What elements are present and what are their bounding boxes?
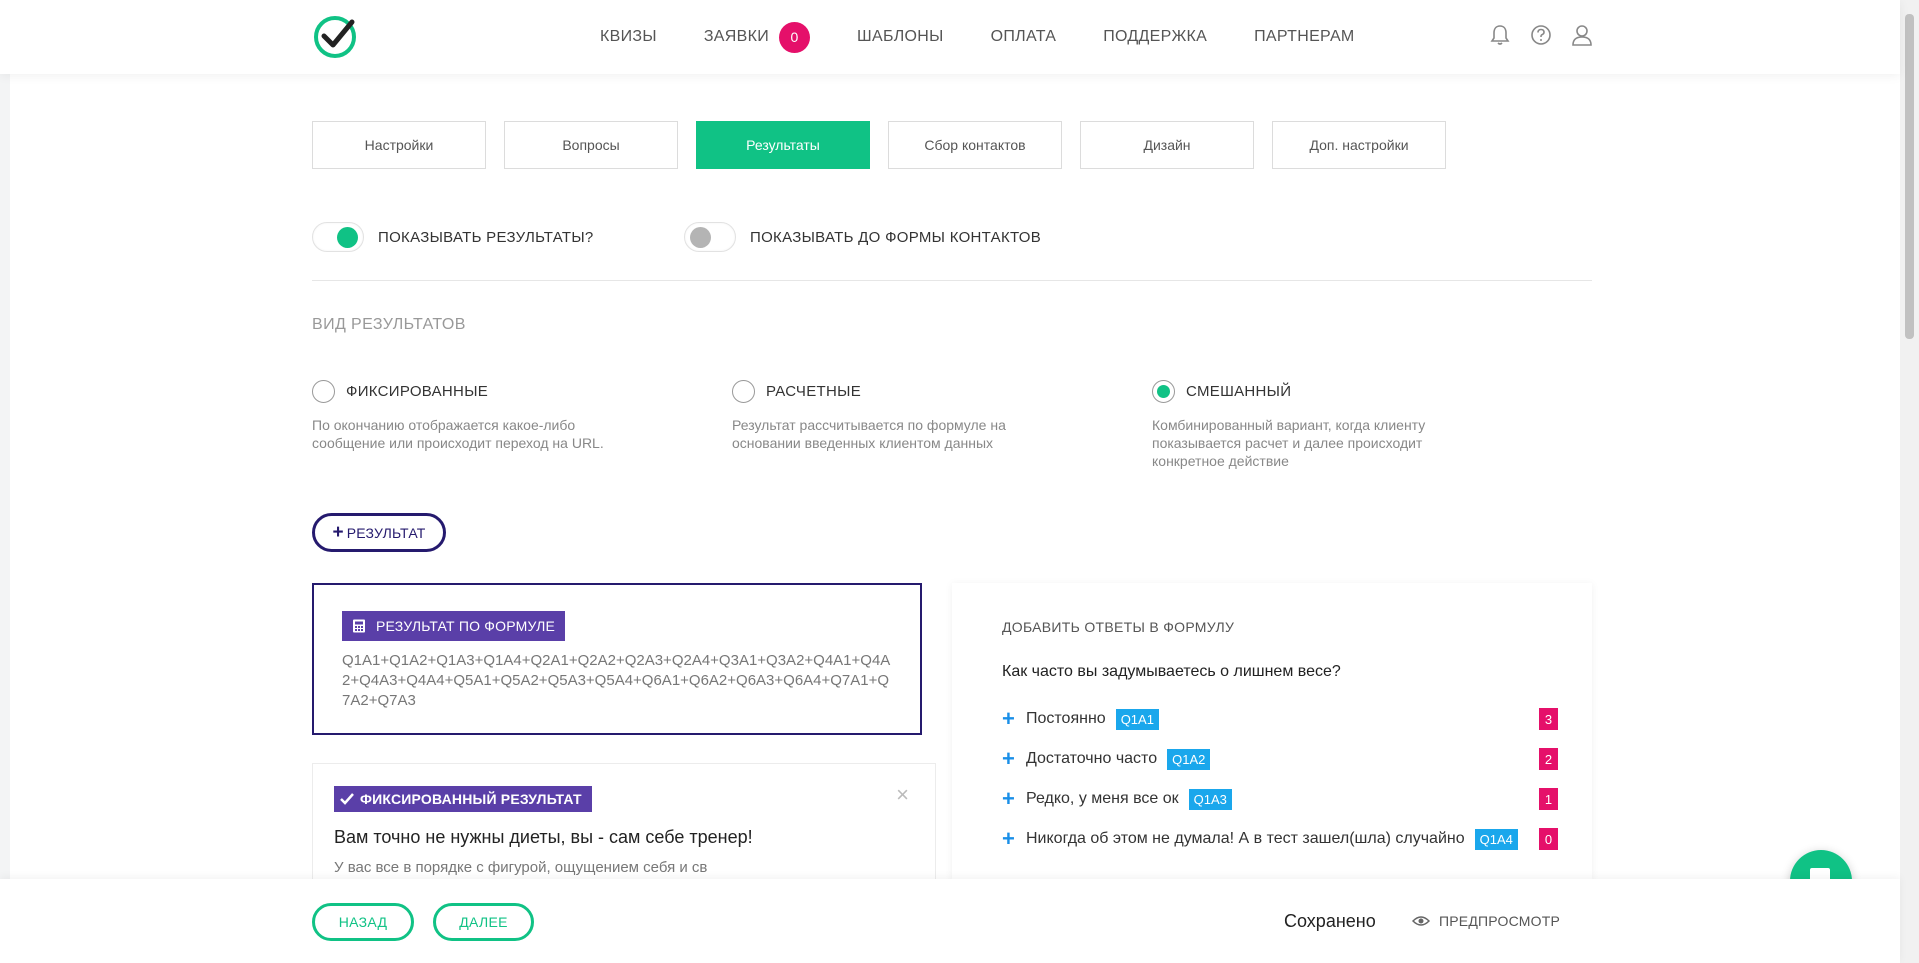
nav-item-quizzes[interactable]: КВИЗЫ xyxy=(600,28,657,46)
user-icon[interactable] xyxy=(1570,23,1594,47)
answer-row[interactable]: + Постоянно Q1A1 3 xyxy=(1002,706,1558,732)
radio-calculated[interactable] xyxy=(732,380,755,403)
tab-design[interactable]: Дизайн xyxy=(1080,121,1254,169)
answer-count-badge: 1 xyxy=(1539,788,1558,810)
answer-code-tag: Q1A4 xyxy=(1474,828,1518,850)
add-answers-title: ДОБАВИТЬ ОТВЕТЫ В ФОРМУЛУ xyxy=(1002,619,1235,635)
toggle-knob xyxy=(690,227,711,248)
answer-row[interactable]: + Достаточно часто Q1A2 2 xyxy=(1002,746,1558,772)
answer-code-tag: Q1A1 xyxy=(1115,708,1159,730)
radio-fixed-desc: По окончанию отображается какое-либо соо… xyxy=(312,417,604,451)
tab-extra-settings[interactable]: Доп. настройки xyxy=(1272,121,1446,169)
back-button[interactable]: НАЗАД xyxy=(312,903,414,941)
answer-count-badge: 2 xyxy=(1539,748,1558,770)
show-results-label: ПОКАЗЫВАТЬ РЕЗУЛЬТАТЫ? xyxy=(378,228,594,246)
tab-settings[interactable]: Настройки xyxy=(312,121,486,169)
preview-button[interactable]: ПРЕДПРОСМОТР xyxy=(1412,913,1560,929)
formula-result-tag: РЕЗУЛЬТАТ ПО ФОРМУЛЕ xyxy=(342,611,566,641)
scrollbar-thumb[interactable] xyxy=(1905,14,1914,339)
tab-results[interactable]: Результаты xyxy=(696,121,870,169)
add-result-button[interactable]: + РЕЗУЛЬТАТ xyxy=(312,513,446,552)
answer-code-tag: Q1A2 xyxy=(1167,748,1211,770)
formula-text: Q1A1+Q1A2+Q1A3+Q1A4+Q2A1+Q2A2+Q2A3+Q2A4+… xyxy=(342,652,891,709)
bottom-action-bar: НАЗАД ДАЛЕЕ Сохранено ПРЕДПРОСМОТР xyxy=(0,879,1900,963)
add-answers-panel: ДОБАВИТЬ ОТВЕТЫ В ФОРМУЛУ Как часто вы з… xyxy=(952,583,1592,883)
question-text: Как часто вы задумываетесь о лишнем весе… xyxy=(1002,663,1341,680)
formula-result-card[interactable]: РЕЗУЛЬТАТ ПО ФОРМУЛЕ Q1A1+Q1A2+Q1A3+Q1A4… xyxy=(312,583,922,735)
fixed-result-card[interactable]: ФИКСИРОВАННЫЙ РЕЗУЛЬТАТ × Вам точно не н… xyxy=(312,763,936,893)
answer-code-tag: Q1A3 xyxy=(1188,788,1232,810)
checkmark-icon xyxy=(340,793,354,805)
requests-count-badge: 0 xyxy=(779,21,811,53)
nav-item-partners[interactable]: ПАРТНЕРАМ xyxy=(1254,28,1354,46)
plus-icon[interactable]: + xyxy=(1002,786,1016,812)
radio-calculated-label: РАСЧЕТНЫЕ xyxy=(766,383,861,400)
logo-checkmark-icon[interactable] xyxy=(312,14,358,60)
radio-mixed-desc: Комбинированный вариант, когда клиенту п… xyxy=(1152,417,1426,469)
nav-item-payment[interactable]: ОПЛАТА xyxy=(991,28,1057,46)
page-scrollbar[interactable] xyxy=(1900,0,1919,963)
radio-calculated-desc: Результат рассчитывается по формуле на о… xyxy=(732,417,1006,451)
results-type-title: ВИД РЕЗУЛЬТАТОВ xyxy=(312,316,466,333)
radio-mixed-label: СМЕШАННЫЙ xyxy=(1186,383,1292,400)
radio-mixed[interactable] xyxy=(1152,380,1175,403)
top-navigation-bar: КВИЗЫ ЗАЯВКИ 0 ШАБЛОНЫ ОПЛАТА ПОДДЕРЖКА П… xyxy=(0,0,1900,74)
fixed-result-tag: ФИКСИРОВАННЫЙ РЕЗУЛЬТАТ xyxy=(334,786,592,812)
answer-text: Постоянно xyxy=(1026,710,1106,727)
fixed-result-desc: У вас все в порядке с фигурой, ощущением… xyxy=(334,859,708,876)
show-before-form-row: ПОКАЗЫВАТЬ ДО ФОРМЫ КОНТАКТОВ xyxy=(684,222,1041,252)
show-results-toggle[interactable] xyxy=(312,222,364,252)
answer-text: Редко, у меня все ок xyxy=(1026,790,1179,807)
nav-item-support[interactable]: ПОДДЕРЖКА xyxy=(1103,28,1207,46)
top-icons xyxy=(1488,23,1611,47)
answer-row[interactable]: + Никогда об этом не думала! А в тест за… xyxy=(1002,826,1558,852)
plus-icon: + xyxy=(332,521,344,543)
radio-option-fixed: ФИКСИРОВАННЫЕ По окончанию отображается … xyxy=(312,380,612,452)
saved-status: Сохранено xyxy=(1284,911,1376,931)
toggle-knob xyxy=(337,227,358,248)
plus-icon[interactable]: + xyxy=(1002,706,1016,732)
tab-questions[interactable]: Вопросы xyxy=(504,121,678,169)
radio-fixed[interactable] xyxy=(312,380,335,403)
radio-fixed-label: ФИКСИРОВАННЫЕ xyxy=(346,383,489,400)
help-icon[interactable] xyxy=(1529,23,1553,47)
nav-item-requests[interactable]: ЗАЯВКИ 0 xyxy=(704,21,811,53)
main-nav: КВИЗЫ ЗАЯВКИ 0 ШАБЛОНЫ ОПЛАТА ПОДДЕРЖКА П… xyxy=(600,0,1402,74)
radio-option-mixed: СМЕШАННЫЙ Комбинированный вариант, когда… xyxy=(1152,380,1452,470)
show-results-row: ПОКАЗЫВАТЬ РЕЗУЛЬТАТЫ? xyxy=(312,222,594,252)
next-button[interactable]: ДАЛЕЕ xyxy=(433,903,534,941)
plus-icon[interactable]: + xyxy=(1002,826,1016,852)
answer-row[interactable]: + Редко, у меня все ок Q1A3 1 xyxy=(1002,786,1558,812)
divider xyxy=(312,280,1592,281)
bell-icon[interactable] xyxy=(1488,23,1512,47)
nav-item-templates[interactable]: ШАБЛОНЫ xyxy=(857,28,944,46)
tab-contacts[interactable]: Сбор контактов xyxy=(888,121,1062,169)
eye-icon xyxy=(1412,916,1430,926)
answer-count-badge: 0 xyxy=(1539,828,1558,850)
close-icon[interactable]: × xyxy=(896,782,909,808)
editor-tabs: Настройки Вопросы Результаты Сбор контак… xyxy=(312,121,1464,169)
calculator-icon xyxy=(353,619,365,633)
fixed-result-title: Вам точно не нужны диеты, вы - сам себе … xyxy=(334,827,753,847)
plus-icon[interactable]: + xyxy=(1002,746,1016,772)
answer-text: Никогда об этом не думала! А в тест заше… xyxy=(1026,830,1465,847)
radio-option-calculated: РАСЧЕТНЫЕ Результат рассчитывается по фо… xyxy=(732,380,1032,452)
show-before-form-toggle[interactable] xyxy=(684,222,736,252)
answer-count-badge: 3 xyxy=(1539,708,1558,730)
answer-text: Достаточно часто xyxy=(1026,750,1158,767)
show-before-form-label: ПОКАЗЫВАТЬ ДО ФОРМЫ КОНТАКТОВ xyxy=(750,228,1042,246)
